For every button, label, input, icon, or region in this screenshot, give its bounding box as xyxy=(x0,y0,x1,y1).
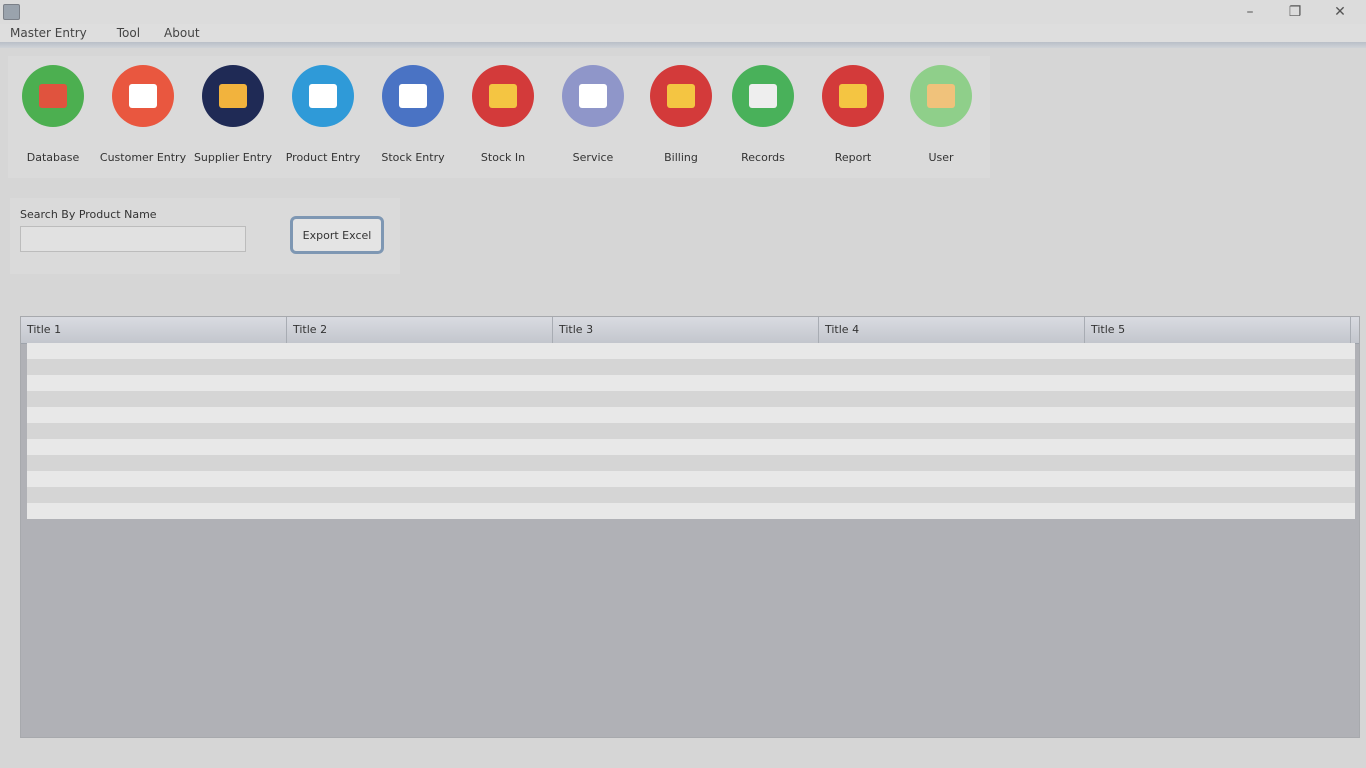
data-table[interactable]: Title 1 Title 2 Title 3 Title 4 Title 5 xyxy=(20,316,1360,738)
icon-glyph xyxy=(399,84,427,108)
column-header[interactable]: Title 5 xyxy=(1085,317,1351,343)
table-header: Title 1 Title 2 Title 3 Title 4 Title 5 xyxy=(21,317,1359,344)
icon-glyph xyxy=(579,84,607,108)
toolbar-label: Report xyxy=(834,151,872,164)
toolbar-button-user[interactable]: User xyxy=(896,62,986,172)
maximize-icon: ❐ xyxy=(1288,4,1302,20)
icon-glyph xyxy=(129,84,157,108)
search-input[interactable] xyxy=(20,226,246,252)
icon-glyph xyxy=(749,84,777,108)
table-body xyxy=(27,343,1355,519)
laptop-icon xyxy=(822,65,884,127)
column-header[interactable]: Title 4 xyxy=(819,317,1085,343)
table-row[interactable] xyxy=(27,407,1355,423)
menu-tool[interactable]: Tool xyxy=(101,26,154,40)
toolbar-button-service[interactable]: Service xyxy=(548,62,638,172)
toolbar-button-stock-in[interactable]: Stock In xyxy=(458,62,548,172)
icon-glyph xyxy=(667,84,695,108)
menu-separator xyxy=(0,42,1366,48)
table-row[interactable] xyxy=(27,359,1355,375)
icon-glyph xyxy=(219,84,247,108)
toolbar-label: Supplier Entry xyxy=(193,151,273,164)
minimize-button[interactable]: – xyxy=(1236,2,1264,22)
shopping-cart-icon xyxy=(382,65,444,127)
database-search-icon xyxy=(22,65,84,127)
user-avatar-icon xyxy=(910,65,972,127)
toolbar-button-customer-entry[interactable]: Customer Entry xyxy=(98,62,188,172)
toolbar-label: Stock Entry xyxy=(381,151,445,164)
icon-glyph xyxy=(309,84,337,108)
column-header[interactable]: Title 3 xyxy=(553,317,819,343)
table-row[interactable] xyxy=(27,471,1355,487)
menu-master-entry[interactable]: Master Entry xyxy=(0,26,101,40)
table-row[interactable] xyxy=(27,343,1355,359)
toolbar-label: User xyxy=(928,151,954,164)
minimize-icon: – xyxy=(1246,4,1254,20)
laptop-icon xyxy=(472,65,534,127)
table-row[interactable] xyxy=(27,423,1355,439)
table-row[interactable] xyxy=(27,391,1355,407)
toolbar-button-stock-entry[interactable]: Stock Entry xyxy=(368,62,458,172)
toolbar-label: Records xyxy=(741,151,785,164)
book-icon xyxy=(732,65,794,127)
menu-bar: Master Entry Tool About xyxy=(0,24,1366,42)
column-header[interactable]: Title 1 xyxy=(21,317,287,343)
menu-about[interactable]: About xyxy=(154,26,213,40)
table-row[interactable] xyxy=(27,503,1355,519)
toolbar: Database Customer Entry Supplier Entry Prod… xyxy=(8,56,990,178)
icon-glyph xyxy=(839,84,867,108)
toolbar-label: Stock In xyxy=(480,151,526,164)
toolbar-button-report[interactable]: Report xyxy=(808,62,898,172)
toolbar-label: Customer Entry xyxy=(99,151,187,164)
icon-glyph xyxy=(927,84,955,108)
export-excel-button[interactable]: Export Excel xyxy=(290,216,384,254)
title-bar: – ❐ ✕ xyxy=(0,0,1366,24)
maximize-button[interactable]: ❐ xyxy=(1281,2,1309,22)
toolbar-button-records[interactable]: Records xyxy=(718,62,808,172)
table-row[interactable] xyxy=(27,439,1355,455)
laptop-icon xyxy=(650,65,712,127)
toolbar-label: Product Entry xyxy=(285,151,361,164)
search-label: Search By Product Name xyxy=(20,208,157,221)
search-panel: Search By Product Name Export Excel xyxy=(10,198,400,274)
toolbar-label: Service xyxy=(572,151,614,164)
toolbar-label: Billing xyxy=(664,151,698,164)
app-icon xyxy=(3,4,20,20)
close-icon: ✕ xyxy=(1334,4,1346,20)
table-row[interactable] xyxy=(27,375,1355,391)
customer-icon xyxy=(112,65,174,127)
column-header[interactable]: Title 2 xyxy=(287,317,553,343)
toolbar-button-database[interactable]: Database xyxy=(8,62,98,172)
product-structure-icon xyxy=(292,65,354,127)
toolbar-button-supplier-entry[interactable]: Supplier Entry xyxy=(188,62,278,172)
handshake-icon xyxy=(202,65,264,127)
icon-glyph xyxy=(39,84,67,108)
toolbar-button-product-entry[interactable]: Product Entry xyxy=(278,62,368,172)
tools-icon xyxy=(562,65,624,127)
toolbar-button-billing[interactable]: Billing xyxy=(636,62,726,172)
close-button[interactable]: ✕ xyxy=(1326,2,1354,22)
toolbar-label: Database xyxy=(26,151,80,164)
icon-glyph xyxy=(489,84,517,108)
table-row[interactable] xyxy=(27,455,1355,471)
table-row[interactable] xyxy=(27,487,1355,503)
